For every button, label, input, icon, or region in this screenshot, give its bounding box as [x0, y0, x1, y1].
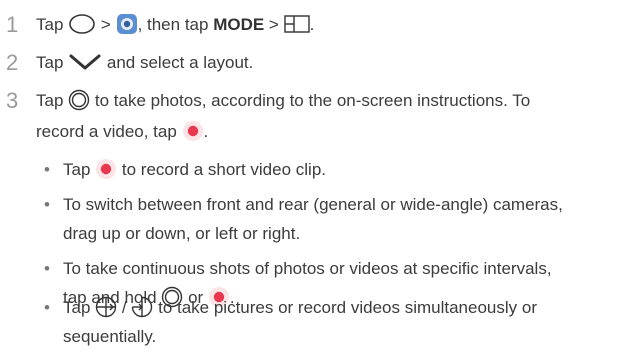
circle-outline-icon — [68, 13, 96, 34]
record-icon — [95, 158, 117, 180]
bullet-line: Tap / to take pictures or record videos … — [63, 296, 629, 320]
bullet-line: sequentially. — [63, 327, 157, 346]
step-text-part: , then tap — [137, 15, 209, 34]
bullet-text-part: / — [121, 298, 127, 317]
step-number: 3 — [6, 88, 19, 113]
step-text-part: Tap — [36, 53, 64, 72]
bullet-dot: • — [44, 195, 50, 214]
step-text: Tap to take photos, according to the on-… — [36, 89, 631, 144]
step-line: Tap to take photos, according to the on-… — [36, 89, 631, 113]
bullet-dot: • — [44, 259, 50, 278]
split-layout-icon — [283, 14, 310, 33]
bullet-line: To switch between front and rear (genera… — [63, 195, 563, 214]
bullet-text: Tap to record a short video clip. — [63, 158, 629, 182]
bullet-text-part: to record a short video clip. — [121, 160, 326, 179]
step-text-part: Tap — [36, 91, 64, 110]
step-text-part: Tap — [36, 15, 64, 34]
step-text: Tap and select a layout. — [36, 51, 631, 75]
step-text-part: . — [309, 15, 315, 34]
bullet-dot: • — [44, 298, 50, 317]
bullet-line: drag up or down, or left or right. — [63, 224, 301, 243]
camera-app-icon — [116, 13, 138, 35]
step-text-part: > — [100, 15, 111, 34]
mode-label: MODE — [213, 15, 265, 34]
step-text-part: > — [268, 15, 279, 34]
step-line: record a video, tap . — [36, 120, 631, 144]
step-text-part: to take photos, according to the on-scre… — [94, 91, 531, 110]
bullet-text-part: to take pictures or record videos simult… — [158, 298, 537, 317]
bullet-text: To switch between front and rear (genera… — [63, 193, 629, 246]
chevron-down-icon — [68, 53, 102, 71]
step-text: Tap > , then tap MODE > . — [36, 13, 631, 37]
record-icon — [182, 120, 204, 142]
bullet-text-part: Tap — [63, 298, 91, 317]
bullet-dot: • — [44, 160, 50, 179]
simultaneous-mode-icon — [95, 296, 117, 318]
step-text-part: record a video, tap — [36, 122, 177, 141]
step-text-part: . — [203, 122, 209, 141]
bullet-line: To take continuous shots of photos or vi… — [63, 259, 552, 278]
bullet-text-part: Tap — [63, 160, 91, 179]
step-text-part: and select a layout. — [106, 53, 254, 72]
step-number: 2 — [6, 50, 19, 75]
bullet-text: Tap / to take pictures or record videos … — [63, 296, 629, 349]
shutter-icon — [68, 89, 90, 111]
sequential-mode-icon — [131, 296, 153, 318]
step-number: 1 — [6, 12, 19, 37]
